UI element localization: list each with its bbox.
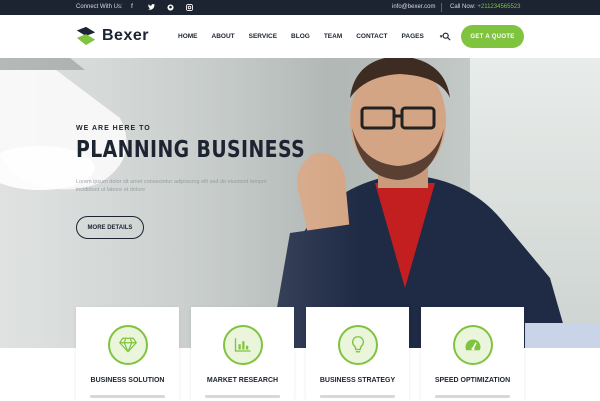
service-description-placeholder (90, 395, 165, 398)
hero-eyebrow: WE ARE HERE TO (76, 125, 151, 132)
instagram-icon[interactable] (185, 3, 193, 11)
service-title: BUSINESS SOLUTION (90, 377, 165, 384)
service-card-speed-optimization[interactable]: SPEED OPTIMIZATION (421, 307, 524, 401)
service-icon-wrap (338, 325, 378, 365)
hero-overlay (0, 58, 600, 348)
nav-item-team[interactable]: TEAM (324, 33, 342, 40)
speedometer-icon (465, 339, 481, 351)
service-description-placeholder (205, 395, 280, 398)
nav-item-home[interactable]: HOME (178, 33, 198, 40)
hero-description: Lorem ipsum dolor sit amet consectetur a… (76, 179, 268, 193)
github-icon[interactable] (166, 3, 174, 11)
connect-label: Connect With Us: (76, 4, 123, 10)
service-title: MARKET RESEARCH (206, 377, 279, 384)
service-description-placeholder (320, 395, 395, 398)
service-card-market-research[interactable]: MARKET RESEARCH (191, 307, 294, 401)
logo-mark-icon (76, 26, 96, 46)
nav-item-service[interactable]: SERVICE (249, 33, 277, 40)
facebook-icon[interactable]: f (128, 3, 136, 11)
diamond-icon (119, 337, 137, 353)
nav-item-pages-label: PAGES (401, 33, 424, 40)
topbar-divider (441, 3, 442, 12)
service-icon-wrap (108, 325, 148, 365)
search-icon[interactable] (442, 32, 451, 41)
phone-label: Call Now: (450, 4, 476, 10)
bar-chart-icon (234, 338, 251, 352)
more-details-button[interactable]: MORE DETAILS (76, 216, 144, 239)
phone-number[interactable]: +211234565523 (477, 4, 520, 10)
service-title: SPEED OPTIMIZATION (434, 377, 511, 384)
nav-item-about[interactable]: ABOUT (212, 33, 235, 40)
service-card-business-strategy[interactable]: BUSINESS STRATEGY (306, 307, 409, 401)
nav-item-contact[interactable]: CONTACT (356, 33, 387, 40)
logo-text: Bexer (102, 27, 149, 44)
main-navbar: Bexer HOME ABOUT SERVICE BLOG TEAM CONTA… (0, 15, 600, 58)
lightbulb-icon (352, 336, 364, 353)
logo[interactable]: Bexer (75, 25, 149, 47)
top-bar: Connect With Us: f info@bexer.com Call N… (0, 0, 600, 15)
social-links: f (128, 3, 193, 11)
twitter-icon[interactable] (147, 3, 155, 11)
service-cards: BUSINESS SOLUTION MARKET RESEARCH BUSINE… (76, 307, 524, 401)
email-link[interactable]: info@bexer.com (392, 4, 435, 10)
nav-item-blog[interactable]: BLOG (291, 33, 310, 40)
service-card-business-solution[interactable]: BUSINESS SOLUTION (76, 307, 179, 401)
service-icon-wrap (223, 325, 263, 365)
hero-section: WE ARE HERE TO PLANNING BUSINESS Lorem i… (0, 58, 600, 348)
get-quote-button[interactable]: GET A QUOTE (461, 25, 524, 48)
hero-headline: PLANNING BUSINESS (76, 137, 306, 163)
service-title: BUSINESS STRATEGY (319, 377, 396, 384)
service-description-placeholder (435, 395, 510, 398)
phone-info: Call Now: +211234565523 (450, 4, 520, 10)
service-icon-wrap (453, 325, 493, 365)
